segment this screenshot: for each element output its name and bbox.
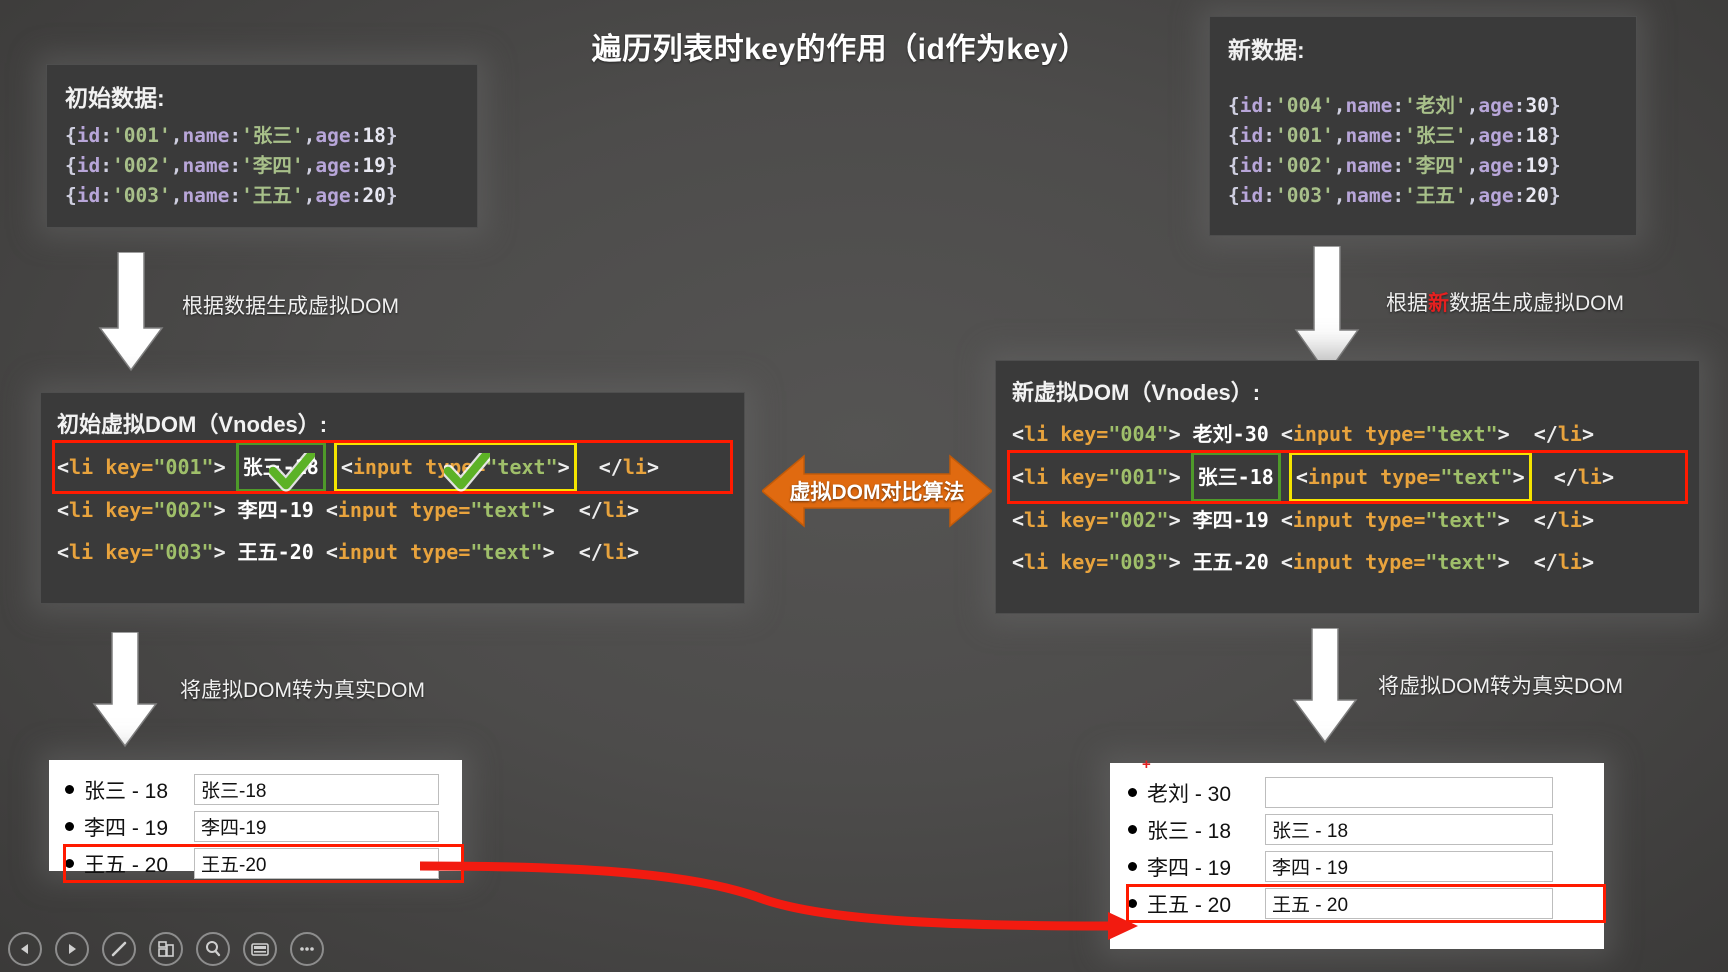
diff-algorithm-arrow: 虚拟DOM对比算法 [762,452,992,530]
new-data-heading: 新数据: [1228,37,1305,63]
new-real-dom-panel: 老刘 - 30 张三 - 18 张三 - 18 李四 - 19 李四 - 19 王五 - … [1110,763,1606,949]
real-dom-label: 张三 - 18 [84,779,169,803]
slide-toolbar[interactable] [8,932,324,966]
layout-icon[interactable] [149,932,183,966]
previous-slide-icon[interactable] [8,932,42,966]
list-bullet-icon [1128,862,1137,871]
annotation-render-left: 将虚拟DOM转为真实DOM [180,679,425,702]
real-dom-label: 王五 - 20 [1147,893,1232,917]
vnode-text: 李四-19 [237,498,314,522]
more-options-icon[interactable] [290,932,324,966]
vnode-text: 王五-20 [237,540,314,564]
vnode-line: < li key= "002" > 李四-19 <input type="text">… [57,489,728,531]
list-bullet-icon [1128,899,1137,908]
arrow-generate-left [98,252,164,372]
data-record-line: {id:'003',name:'王五',age:20} [1228,184,1561,207]
real-dom-input[interactable]: 张三-18 [194,774,439,805]
real-dom-input[interactable]: 李四-19 [194,811,439,842]
real-dom-row: 李四 - 19 李四-19 [65,809,462,844]
annotation-generate-right-hot: 新 [1428,292,1449,315]
data-record-line: {id:'002',name:'李四',age:19} [1228,154,1561,177]
list-bullet-icon [65,785,74,794]
arrow-generate-right [1294,246,1360,376]
real-dom-label: 李四 - 19 [1147,856,1232,880]
page-title: 遍历列表时key的作用（id作为key） [591,33,1089,66]
vnode-input: <input type="text"> [1280,508,1510,532]
real-dom-input[interactable]: 王五 - 20 [1265,888,1553,919]
initial-vdom-lines: < li key= "001" > 张三-18 <input type="text">… [52,440,733,573]
annotation-generate-right-prefix: 根据 [1386,292,1428,315]
data-record-line: {id:'001',name:'张三',age:18} [65,124,398,147]
annotation-render-right: 将虚拟DOM转为真实DOM [1378,675,1623,698]
vnode-line: < li key= "002" > 李四-19 <input type="text">… [1012,499,1683,541]
real-dom-row: 张三 - 18 张三 - 18 [1128,812,1604,847]
next-slide-icon[interactable] [55,932,89,966]
real-dom-input[interactable]: 张三 - 18 [1265,814,1553,845]
initial-data-rows: {id:'001',name:'张三',age:18} {id:'002',nam… [65,121,459,211]
keyboard-icon[interactable] [243,932,277,966]
real-dom-input[interactable]: 李四 - 19 [1265,851,1553,882]
initial-vdom-heading: 初始虚拟DOM（Vnodes）: [57,412,328,437]
search-icon[interactable] [196,932,230,966]
list-bullet-icon [1128,825,1137,834]
vnode-text: 王五-20 [1192,550,1269,574]
cursor-marker: + [1142,756,1151,773]
real-dom-row: 李四 - 19 李四 - 19 [1128,849,1604,884]
real-dom-row: 老刘 - 30 [1128,775,1604,810]
data-record-line: {id:'003',name:'王五',age:20} [65,184,398,207]
pen-icon[interactable] [102,932,136,966]
slide-canvas: 遍历列表时key的作用（id作为key） 初始数据: {id:'001',nam… [0,0,1728,972]
real-dom-label: 张三 - 18 [1147,819,1232,843]
vnode-line: < li key= "001" > 张三-18 <input type="text">… [52,440,733,494]
diff-algorithm-label: 虚拟DOM对比算法 [789,481,965,504]
real-dom-row: 王五 - 20 王五-20 [63,844,464,883]
arrow-render-left [92,632,158,748]
new-vdom-lines: < li key= "004" > 老刘-30 <input type="text">… [1007,413,1688,583]
new-data-panel: 新数据: {id:'004',name:'老刘',age:30} {id:'001… [1209,16,1637,236]
real-dom-row: 王五 - 20 王五 - 20 [1126,884,1606,923]
vnode-input: <input type="text"> [1280,550,1510,574]
vnode-input: <input type="text"> [1280,422,1510,446]
new-vdom-heading: 新虚拟DOM（Vnodes）: [1012,380,1261,405]
initial-real-dom-panel: 张三 - 18 张三-18 李四 - 19 李四-19 王五 - 20 王五-20 [49,760,464,883]
vnode-text: 老刘-30 [1192,422,1269,446]
real-dom-label: 老刘 - 30 [1147,782,1232,806]
data-record-line: {id:'002',name:'李四',age:19} [65,154,398,177]
list-bullet-icon [65,822,74,831]
red-connector-arrow [420,861,1138,940]
vnode-input: <input type="text"> [1288,452,1532,502]
real-dom-input[interactable] [1265,777,1553,808]
vnode-input: <input type="text"> [333,442,577,492]
real-dom-row: 张三 - 18 张三-18 [65,772,462,807]
data-record-line: {id:'001',name:'张三',age:18} [1228,124,1561,147]
vnode-text: 李四-19 [1192,508,1269,532]
real-dom-label: 王五 - 20 [84,853,169,877]
initial-data-heading: 初始数据: [65,85,165,111]
vnode-input: <input type="text"> [325,498,555,522]
vnode-input: <input type="text"> [325,540,555,564]
new-data-rows: {id:'004',name:'老刘',age:30} {id:'001',nam… [1228,91,1618,211]
list-bullet-icon [65,859,74,868]
annotation-generate-right-suffix: 数据生成虚拟DOM [1449,292,1624,315]
initial-vdom-panel: 初始虚拟DOM（Vnodes）: < li key= "001" > 张三-18 <i… [40,392,745,604]
vnode-line: < li key= "003" > 王五-20 <input type="text">… [57,531,728,573]
arrow-render-right [1292,628,1358,744]
vnode-line: < li key= "001" > 张三-18 <input type="text">… [1007,450,1688,504]
annotation-generate-left: 根据数据生成虚拟DOM [182,295,399,318]
vnode-text: 张三-18 [1190,452,1281,502]
new-vdom-panel: 新虚拟DOM（Vnodes）: < li key= "004" > 老刘-30 <in… [995,360,1700,614]
vnode-line: < li key= "004" > 老刘-30 <input type="text">… [1012,413,1683,455]
initial-data-panel: 初始数据: {id:'001',name:'张三',age:18} {id:'00… [46,64,478,228]
vnode-line: < li key= "003" > 王五-20 <input type="text">… [1012,541,1683,583]
vnode-text: 张三-18 [235,442,326,492]
list-bullet-icon [1128,788,1137,797]
annotation-generate-right: 根据新数据生成虚拟DOM [1386,287,1624,317]
real-dom-label: 李四 - 19 [84,816,169,840]
data-record-line: {id:'004',name:'老刘',age:30} [1228,94,1561,117]
real-dom-input[interactable]: 王五-20 [194,848,439,879]
